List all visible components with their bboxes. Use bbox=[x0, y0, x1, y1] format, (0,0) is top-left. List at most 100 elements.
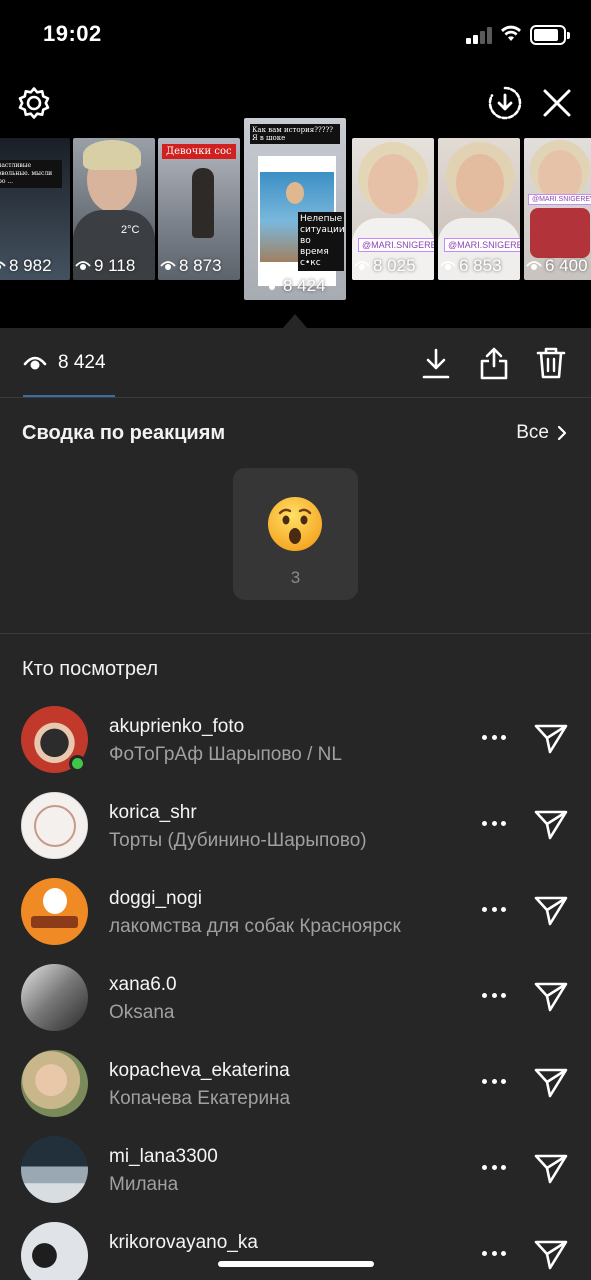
viewer-row[interactable]: krikorovayano_ka bbox=[0, 1222, 591, 1280]
surprised-face-emoji-icon bbox=[268, 497, 322, 551]
thumbnail-view-count: 8 025 bbox=[373, 256, 416, 275]
thumbnail-caption-2: Нелепые ситуации во время с•кс bbox=[298, 212, 345, 271]
avatar[interactable] bbox=[21, 792, 88, 859]
send-direct-icon[interactable] bbox=[534, 1153, 568, 1185]
selected-pointer bbox=[283, 314, 307, 328]
logo-mark bbox=[31, 916, 78, 928]
thumbnail-view-count: 8 424 bbox=[283, 276, 326, 295]
cellular-signal-icon bbox=[466, 26, 494, 44]
viewer-fullname: Милана bbox=[109, 1174, 179, 1195]
stats-row: 8 424 bbox=[0, 328, 591, 398]
person-photo bbox=[368, 154, 418, 214]
send-direct-icon[interactable] bbox=[534, 809, 568, 841]
send-direct-icon[interactable] bbox=[534, 1067, 568, 1099]
more-options-button[interactable] bbox=[482, 993, 506, 1001]
thumbnail-views: 9 118 bbox=[73, 256, 135, 276]
avatar[interactable] bbox=[21, 1050, 88, 1117]
delete-trash-icon[interactable] bbox=[536, 346, 566, 380]
story-thumbnail-5[interactable]: @MARI.SNIGEREVA 8 025 bbox=[352, 138, 434, 280]
viewer-username[interactable]: xana6.0 bbox=[109, 974, 177, 996]
avatar[interactable] bbox=[21, 878, 88, 945]
viewers-title: Кто посмотрел bbox=[22, 658, 159, 680]
viewer-username[interactable]: krikorovayano_ka bbox=[109, 1232, 258, 1254]
thumbnail-views: 6 400 bbox=[524, 256, 588, 276]
download-icon[interactable] bbox=[421, 346, 451, 380]
battery-icon bbox=[530, 25, 570, 45]
story-thumbnail-1[interactable]: счастливые довольные. мысли про ... 8 98… bbox=[0, 138, 70, 280]
thumbnail-caption: счастливые довольные. мысли про ... bbox=[0, 160, 62, 188]
thumbnail-views: 8 025 bbox=[352, 256, 416, 276]
viewer-fullname: ФоТоГрАф Шарыпово / NL bbox=[109, 744, 342, 765]
mention-tag: @MARI.SNIGEREVA bbox=[444, 238, 520, 252]
viewer-row[interactable]: xana6.0 Oksana bbox=[0, 964, 591, 1050]
viewer-row[interactable]: mi_lana3300 Милана bbox=[0, 1136, 591, 1222]
eye-icon bbox=[0, 261, 6, 270]
avatar[interactable] bbox=[21, 964, 88, 1031]
story-thumbnail-3[interactable]: Девочки сос 8 873 bbox=[158, 138, 240, 280]
thumbnail-view-count: 6 853 bbox=[459, 256, 502, 275]
settings-gear-icon[interactable] bbox=[17, 86, 51, 120]
viewer-fullname: Торты (Дубинино-Шарыпово) bbox=[109, 830, 367, 851]
status-time: 19:02 bbox=[43, 21, 102, 46]
save-download-circle-icon[interactable] bbox=[487, 85, 523, 121]
thumbnail-caption: Девочки сос bbox=[162, 144, 236, 159]
viewer-row[interactable]: kopacheva_ekaterina Копачева Екатерина bbox=[0, 1050, 591, 1136]
reaction-count: 3 bbox=[290, 568, 301, 587]
status-bar: 19:02 bbox=[0, 0, 591, 70]
see-all-reactions-button[interactable]: Все bbox=[516, 422, 567, 444]
story-thumbnail-4-selected[interactable]: Как вам история????? Я в шоке Нелепые си… bbox=[244, 118, 346, 300]
dog-drawing bbox=[43, 888, 67, 914]
more-options-button[interactable] bbox=[482, 821, 506, 829]
viewer-username[interactable]: akuprienko_foto bbox=[109, 716, 244, 738]
viewer-username[interactable]: doggi_nogi bbox=[109, 888, 202, 910]
see-all-label: Все bbox=[516, 422, 549, 443]
viewer-row[interactable]: doggi_nogi лакомства для собак Красноярс… bbox=[0, 878, 591, 964]
more-options-button[interactable] bbox=[482, 735, 506, 743]
reaction-card[interactable]: 3 bbox=[233, 468, 358, 600]
viewer-fullname: Копачева Екатерина bbox=[109, 1088, 291, 1109]
more-options-button[interactable] bbox=[482, 1251, 506, 1259]
eye-icon bbox=[440, 261, 456, 270]
section-divider bbox=[0, 633, 591, 634]
thumbnail-views: 8 873 bbox=[158, 256, 222, 276]
thumbnail-views: 8 982 bbox=[0, 256, 52, 276]
views-tab-indicator bbox=[23, 395, 115, 397]
person-photo bbox=[192, 168, 214, 238]
close-icon[interactable] bbox=[542, 88, 572, 118]
story-thumbnail-6[interactable]: @MARI.SNIGEREVA 6 853 bbox=[438, 138, 520, 280]
viewer-row[interactable]: akuprienko_foto ФоТоГрАф Шарыпово / NL bbox=[0, 706, 591, 792]
viewer-fullname: Oksana bbox=[109, 1002, 175, 1023]
share-icon[interactable] bbox=[479, 346, 509, 380]
mention-tag: @MARI.SNIGEREVA bbox=[528, 194, 591, 205]
avatar[interactable] bbox=[21, 1136, 88, 1203]
send-direct-icon[interactable] bbox=[534, 895, 568, 927]
viewer-username[interactable]: kopacheva_ekaterina bbox=[109, 1060, 290, 1082]
more-options-button[interactable] bbox=[482, 1079, 506, 1087]
eye-icon bbox=[354, 261, 370, 270]
reactions-summary-title: Сводка по реакциям bbox=[22, 422, 226, 444]
home-indicator[interactable] bbox=[218, 1261, 374, 1267]
avatar[interactable] bbox=[21, 1222, 88, 1280]
more-options-button[interactable] bbox=[482, 1165, 506, 1173]
more-options-button[interactable] bbox=[482, 907, 506, 915]
story-thumbnail-7[interactable]: @MARI.SNIGEREVA 6 400 bbox=[524, 138, 591, 280]
send-direct-icon[interactable] bbox=[534, 723, 568, 755]
eye-icon bbox=[160, 261, 176, 270]
viewer-row[interactable]: korica_shr Торты (Дубинино-Шарыпово) bbox=[0, 792, 591, 878]
viewer-username[interactable]: korica_shr bbox=[109, 802, 197, 824]
battery-level bbox=[534, 29, 558, 41]
viewer-username[interactable]: mi_lana3300 bbox=[109, 1146, 218, 1168]
thumbnail-view-count: 8 873 bbox=[179, 256, 222, 275]
eye-icon bbox=[526, 261, 542, 270]
story-thumbnails: счастливые довольные. мысли про ... 8 98… bbox=[0, 118, 591, 304]
chevron-right-icon bbox=[557, 425, 567, 441]
story-thumbnail-2[interactable]: 2°C 9 118 bbox=[73, 138, 155, 280]
story-insights-panel: 8 424 Сводка по реакциям Все 3 Кто посмо… bbox=[0, 328, 591, 1280]
eye-icon bbox=[75, 261, 91, 270]
send-direct-icon[interactable] bbox=[534, 981, 568, 1013]
thumbnail-views: 6 853 bbox=[438, 256, 502, 276]
thumbnail-view-count: 8 982 bbox=[9, 256, 52, 275]
views-count: 8 424 bbox=[58, 352, 106, 373]
eye-icon bbox=[23, 356, 47, 370]
send-direct-icon[interactable] bbox=[534, 1239, 568, 1271]
